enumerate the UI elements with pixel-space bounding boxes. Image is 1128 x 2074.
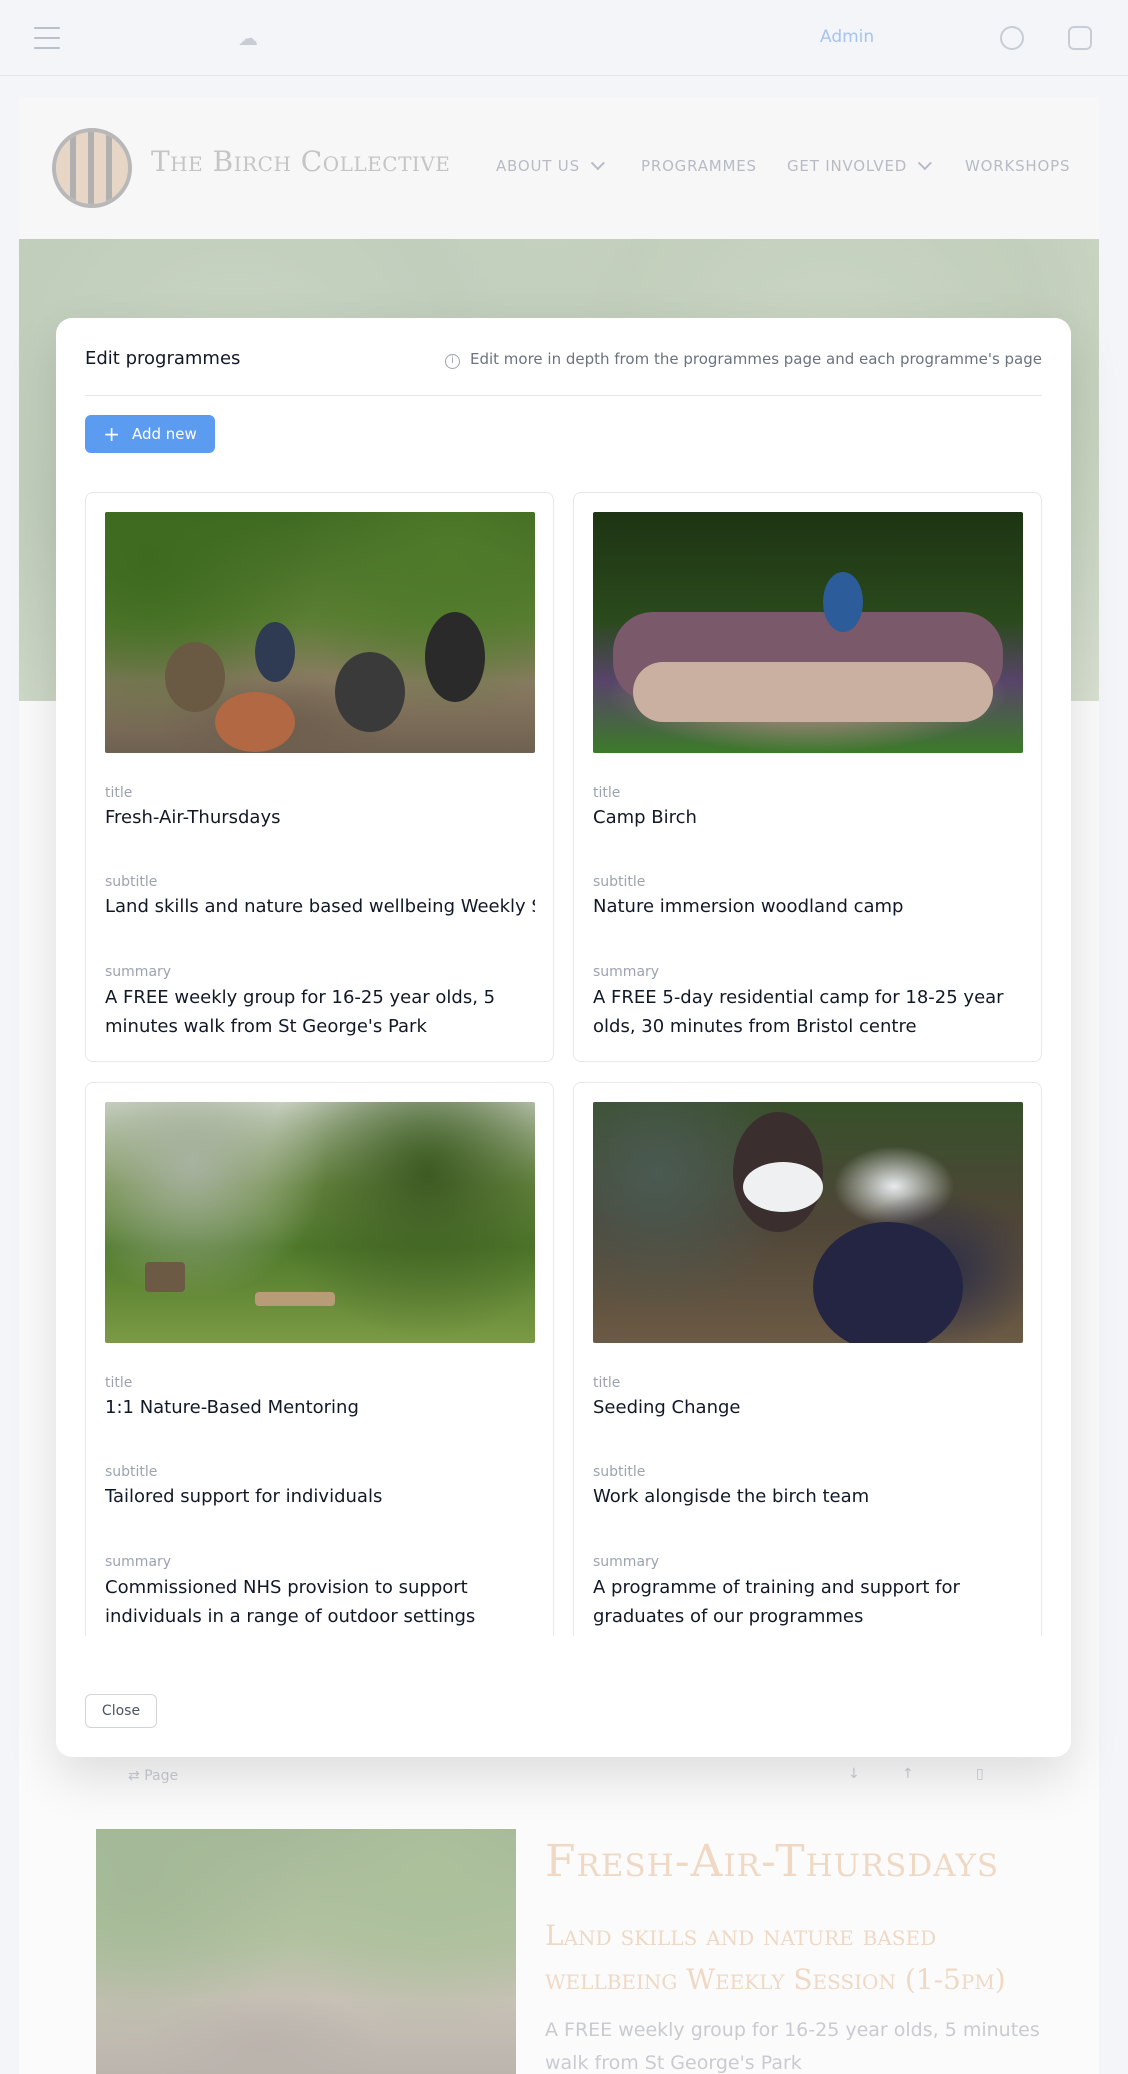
title-label: title xyxy=(593,785,621,801)
subtitle-field[interactable]: Tailored support for individuals xyxy=(105,1486,535,1507)
subtitle-label: subtitle xyxy=(593,874,646,890)
page-label: ⇄ Page xyxy=(128,1768,179,1784)
modal-header: Edit programmes i Edit more in depth from… xyxy=(85,348,1042,396)
add-new-button[interactable]: + Add new xyxy=(85,415,215,453)
summary-field[interactable]: A FREE 5-day residential camp for 18-25 … xyxy=(593,983,1023,1041)
modal-hint: i Edit more in depth from the programmes … xyxy=(444,350,1042,369)
nav-workshops[interactable]: WORKSHOPS xyxy=(965,157,1070,175)
close-button[interactable]: Close xyxy=(85,1694,157,1728)
subtitle-label: subtitle xyxy=(593,1464,646,1480)
page-section-toolbar: ⇄ Page ↓ ↑ ▯ xyxy=(128,1762,998,1792)
edit-programmes-modal: Edit programmes i Edit more in depth from… xyxy=(56,318,1071,1757)
modal-title: Edit programmes xyxy=(85,348,241,369)
programme-card[interactable]: title Fresh-Air-Thursdays subtitle Land … xyxy=(85,492,554,1062)
subtitle-field[interactable]: Land skills and nature based wellbeing W… xyxy=(105,896,535,917)
programme-card[interactable]: title 1:1 Nature-Based Mentoring subtitl… xyxy=(85,1082,554,1636)
subtitle-field[interactable]: Work alongisde the birch team xyxy=(593,1486,1023,1507)
background-programme-title: Fresh-Air-Thursdays xyxy=(545,1836,1000,1887)
programme-image[interactable] xyxy=(105,512,535,753)
cloud-upload-icon[interactable]: ☁ xyxy=(238,26,264,50)
programme-card[interactable]: title Seeding Change subtitle Work along… xyxy=(573,1082,1042,1636)
info-icon: i xyxy=(444,354,460,369)
summary-label: summary xyxy=(593,1554,660,1570)
title-field[interactable]: 1:1 Nature-Based Mentoring xyxy=(105,1397,535,1418)
title-label: title xyxy=(105,1375,133,1391)
summary-field[interactable]: Commissioned NHS provision to support in… xyxy=(105,1573,535,1631)
chevron-down-icon xyxy=(917,156,932,171)
admin-label[interactable]: Admin xyxy=(820,27,874,47)
summary-field[interactable]: A FREE weekly group for 16-25 year olds,… xyxy=(105,983,535,1041)
nav-about-us[interactable]: ABOUT US xyxy=(496,156,605,175)
nav-programmes[interactable]: PROGRAMMES xyxy=(641,157,757,175)
title-field[interactable]: Fresh-Air-Thursdays xyxy=(105,807,535,828)
subtitle-label: subtitle xyxy=(105,874,158,890)
title-label: title xyxy=(593,1375,621,1391)
title-field[interactable]: Seeding Change xyxy=(593,1397,1023,1418)
programme-image[interactable] xyxy=(593,512,1023,753)
birch-logo[interactable] xyxy=(52,128,132,208)
settings-icon[interactable] xyxy=(1068,26,1092,50)
site-header: The Birch Collective ABOUT US PROGRAMMES… xyxy=(19,97,1099,239)
title-label: title xyxy=(105,785,133,801)
background-programme-image xyxy=(96,1829,516,2074)
summary-label: summary xyxy=(105,964,172,980)
background-programme-summary: A FREE weekly group for 16-25 year olds,… xyxy=(545,2019,1040,2074)
programme-image[interactable] xyxy=(105,1102,535,1343)
summary-field[interactable]: A programme of training and support for … xyxy=(593,1573,1023,1631)
move-down-icon[interactable]: ↓ xyxy=(848,1766,860,1782)
menu-icon[interactable] xyxy=(34,27,60,49)
background-programme-subtitle: Land skills and nature based wellbeing W… xyxy=(545,1919,1006,1996)
programme-card[interactable]: title Camp Birch subtitle Nature immersi… xyxy=(573,492,1042,1062)
move-up-icon[interactable]: ↑ xyxy=(902,1766,914,1782)
title-field[interactable]: Camp Birch xyxy=(593,807,1023,828)
nav-get-involved[interactable]: GET INVOLVED xyxy=(787,156,932,175)
chevron-down-icon xyxy=(590,156,605,171)
plus-icon: + xyxy=(103,422,120,446)
summary-label: summary xyxy=(105,1554,172,1570)
brand-name[interactable]: The Birch Collective xyxy=(151,145,450,178)
admin-topbar: ☁ Admin xyxy=(0,0,1128,76)
summary-label: summary xyxy=(593,964,660,980)
subtitle-label: subtitle xyxy=(105,1464,158,1480)
programme-image[interactable] xyxy=(593,1102,1023,1343)
programmes-list[interactable]: title Fresh-Air-Thursdays subtitle Land … xyxy=(85,492,1042,1636)
help-icon[interactable] xyxy=(1000,26,1024,50)
subtitle-field[interactable]: Nature immersion woodland camp xyxy=(593,896,1023,917)
delete-icon[interactable]: ▯ xyxy=(976,1766,984,1782)
